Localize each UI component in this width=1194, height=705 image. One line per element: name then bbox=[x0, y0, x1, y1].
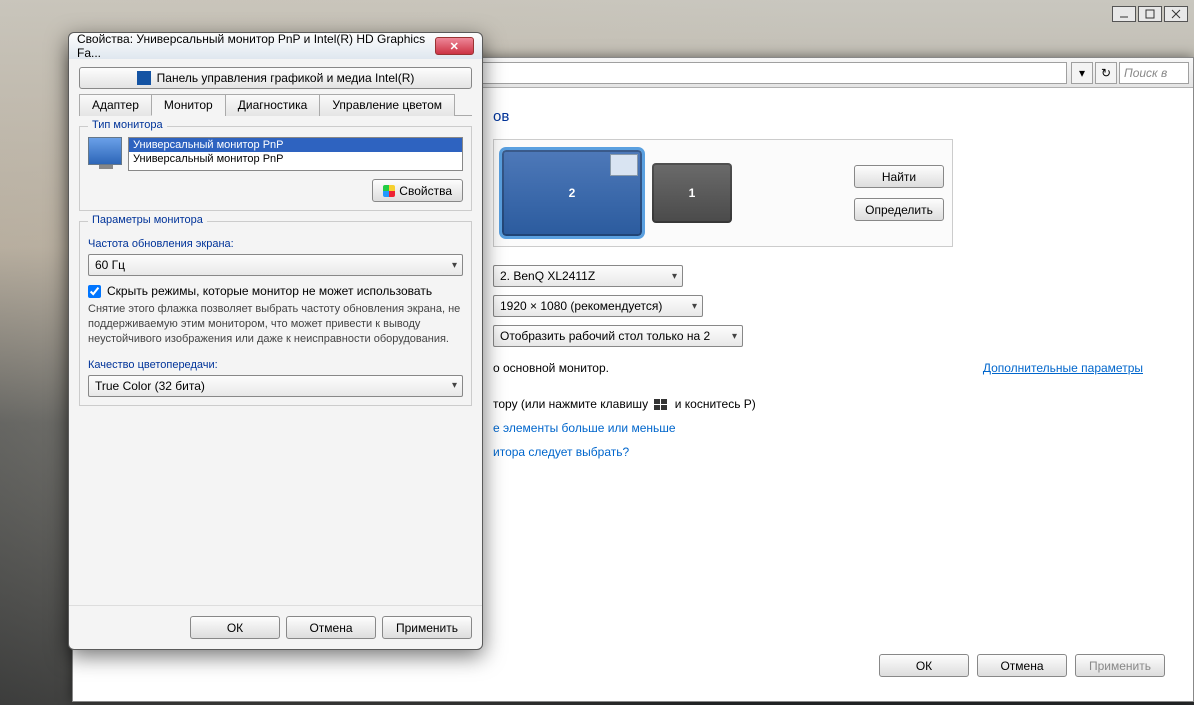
outer-window-controls bbox=[1112, 6, 1188, 22]
advanced-link[interactable]: Дополнительные параметры bbox=[983, 361, 1143, 375]
tab-adapter[interactable]: Адаптер bbox=[79, 94, 152, 116]
monitor-properties-button[interactable]: Свойства bbox=[372, 179, 463, 202]
monitor-list-item-2[interactable]: Универсальный монитор PnP bbox=[129, 152, 462, 166]
intel-panel-button[interactable]: Панель управления графикой и медиа Intel… bbox=[79, 67, 472, 89]
tabs: Адаптер Монитор Диагностика Управление ц… bbox=[79, 93, 472, 116]
tab-color[interactable]: Управление цветом bbox=[319, 94, 455, 116]
hide-modes-description: Снятие этого флажка позволяет выбрать ча… bbox=[88, 302, 463, 347]
refresh-rate-label: Частота обновления экрана: bbox=[88, 238, 463, 250]
resolution-select-value: 1920 × 1080 (рекомендуется) bbox=[500, 299, 662, 313]
prop-ok-button[interactable]: ОК bbox=[190, 616, 280, 639]
monitor-2[interactable]: 2 bbox=[502, 150, 642, 236]
prop-cancel-button[interactable]: Отмена bbox=[286, 616, 376, 639]
monitor-2-number: 2 bbox=[569, 186, 576, 200]
windows-key-icon bbox=[654, 399, 668, 411]
refresh-dropdown-button[interactable]: ▾ bbox=[1071, 62, 1093, 84]
tab-monitor[interactable]: Монитор bbox=[151, 94, 226, 116]
projector-line-suffix: и коснитесь P) bbox=[675, 397, 756, 411]
prop-apply-button[interactable]: Применить bbox=[382, 616, 472, 639]
res-ok-button[interactable]: ОК bbox=[879, 654, 969, 677]
maximize-button[interactable] bbox=[1138, 6, 1162, 22]
color-quality-label: Качество цветопередачи: bbox=[88, 359, 463, 371]
detect-button[interactable]: Определить bbox=[854, 198, 944, 221]
dialog-titlebar[interactable]: Свойства: Универсальный монитор PnP и In… bbox=[69, 33, 482, 59]
monitor-1-number: 1 bbox=[689, 186, 696, 200]
larger-smaller-link[interactable]: е элементы больше или меньше bbox=[493, 421, 676, 435]
monitor-icon bbox=[88, 137, 122, 165]
intel-icon bbox=[137, 71, 151, 85]
resolution-select[interactable]: 1920 × 1080 (рекомендуется) bbox=[493, 295, 703, 317]
close-button[interactable] bbox=[1164, 6, 1188, 22]
monitor-preview: 2 1 Найти Определить bbox=[493, 139, 953, 247]
which-settings-link[interactable]: итора следует выбрать? bbox=[493, 445, 629, 459]
color-quality-value: True Color (32 бита) bbox=[95, 379, 205, 393]
hide-modes-label[interactable]: Скрыть режимы, которые монитор не может … bbox=[107, 284, 432, 298]
refresh-rate-select[interactable]: 60 Гц bbox=[88, 254, 463, 276]
primary-monitor-hint: о основной монитор. bbox=[493, 361, 609, 375]
group-monitor-params-legend: Параметры монитора bbox=[88, 214, 207, 226]
properties-dialog: Свойства: Универсальный монитор PnP и In… bbox=[68, 32, 483, 650]
monitor-2-overlay-icon bbox=[610, 154, 638, 176]
group-monitor-params: Параметры монитора Частота обновления эк… bbox=[79, 221, 472, 406]
dialog-title: Свойства: Универсальный монитор PnP и In… bbox=[77, 32, 429, 60]
group-monitor-type-legend: Тип монитора bbox=[88, 119, 167, 131]
monitor-properties-label: Свойства bbox=[399, 184, 452, 198]
color-quality-select[interactable]: True Color (32 бита) bbox=[88, 375, 463, 397]
section-title: ов bbox=[493, 108, 1173, 125]
projector-line-prefix: тору (или нажмите клавишу bbox=[493, 397, 648, 411]
search-placeholder: Поиск в bbox=[1124, 66, 1167, 80]
dialog-close-button[interactable] bbox=[435, 37, 474, 55]
minimize-button[interactable] bbox=[1112, 6, 1136, 22]
refresh-rate-value: 60 Гц bbox=[95, 258, 125, 272]
monitor-list-item-1[interactable]: Универсальный монитор PnP bbox=[129, 138, 462, 152]
find-button[interactable]: Найти bbox=[854, 165, 944, 188]
intel-panel-label: Панель управления графикой и медиа Intel… bbox=[157, 71, 415, 85]
shield-icon bbox=[383, 185, 395, 197]
group-monitor-type: Тип монитора Универсальный монитор PnP У… bbox=[79, 126, 472, 211]
tab-diagnostics[interactable]: Диагностика bbox=[225, 94, 321, 116]
multidisplay-select-value: Отобразить рабочий стол только на 2 bbox=[500, 329, 710, 343]
multidisplay-select[interactable]: Отобразить рабочий стол только на 2 bbox=[493, 325, 743, 347]
monitor-1[interactable]: 1 bbox=[652, 163, 732, 223]
refresh-button[interactable]: ↻ bbox=[1095, 62, 1117, 84]
monitor-list[interactable]: Универсальный монитор PnP Универсальный … bbox=[128, 137, 463, 171]
search-input[interactable]: Поиск в bbox=[1119, 62, 1189, 84]
res-apply-button[interactable]: Применить bbox=[1075, 654, 1165, 677]
display-select[interactable]: 2. BenQ XL2411Z bbox=[493, 265, 683, 287]
hide-modes-checkbox[interactable] bbox=[88, 285, 101, 298]
res-cancel-button[interactable]: Отмена bbox=[977, 654, 1067, 677]
display-select-value: 2. BenQ XL2411Z bbox=[500, 269, 595, 283]
